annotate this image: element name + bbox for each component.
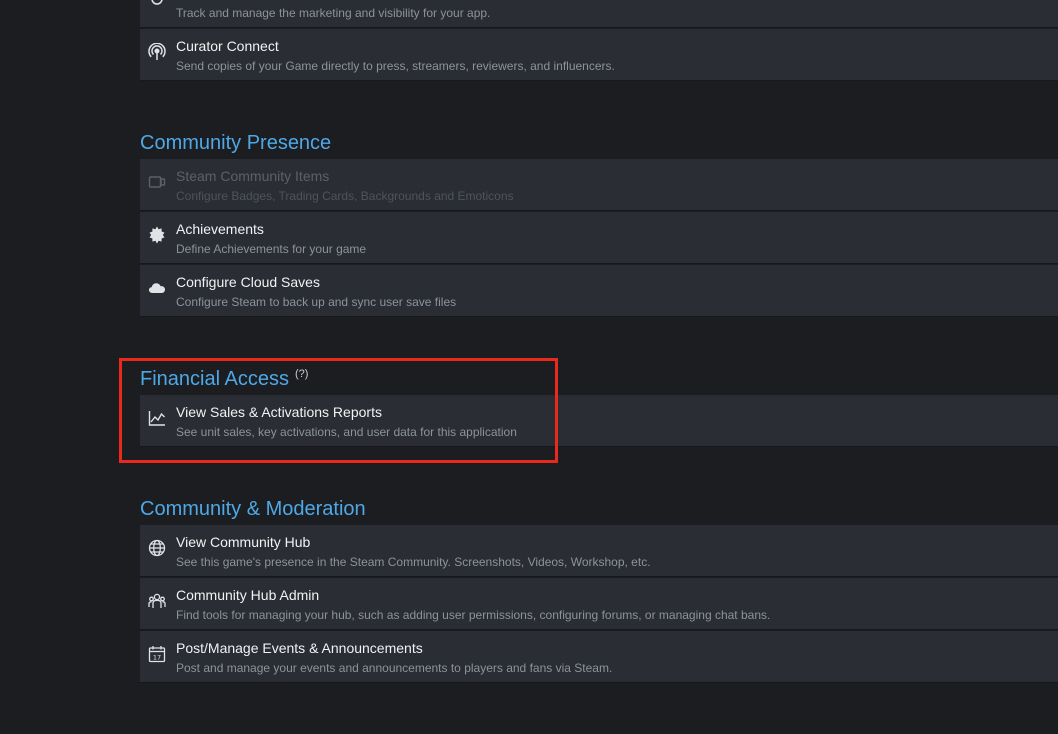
card-icon	[148, 173, 166, 191]
community-hub-admin-item[interactable]: Community Hub Admin Find tools for manag…	[140, 578, 1058, 630]
item-title: Curator Connect	[176, 38, 279, 54]
curator-connect-item[interactable]: Curator Connect Send copies of your Game…	[140, 29, 1058, 81]
section-title-community-moderation: Community & Moderation	[140, 498, 366, 520]
line-chart-icon	[148, 409, 166, 427]
item-description: Send copies of your Game directly to pre…	[176, 59, 615, 73]
view-community-hub-item[interactable]: View Community Hub See this game's prese…	[140, 525, 1058, 577]
help-link[interactable]: (?)	[295, 368, 308, 380]
item-description: Post and manage your events and announce…	[176, 661, 613, 675]
users-icon	[148, 592, 166, 610]
item-title: Configure Cloud Saves	[176, 274, 320, 290]
item-title: View Community Hub	[176, 534, 311, 550]
section-title-text: Financial Access	[140, 368, 289, 390]
broadcast-icon	[148, 43, 166, 61]
section-title-community-presence: Community Presence	[140, 132, 332, 154]
megaphone-icon	[148, 0, 166, 8]
content-area: Track and manage the marketing and visib…	[140, 0, 1058, 734]
events-announcements-item[interactable]: 17 Post/Manage Events & Announcements Po…	[140, 631, 1058, 683]
globe-icon	[148, 539, 166, 557]
cloud-saves-item[interactable]: Configure Cloud Saves Configure Steam to…	[140, 265, 1058, 317]
item-title: Steam Community Items	[176, 168, 330, 184]
item-description: See this game's presence in the Steam Co…	[176, 555, 651, 569]
steam-community-items-item: Steam Community Items Configure Badges, …	[140, 159, 1058, 211]
item-description: Configure Steam to back up and sync user…	[176, 295, 457, 309]
item-description: See unit sales, key activations, and use…	[176, 425, 517, 439]
item-title: Achievements	[176, 221, 264, 237]
marketing-item[interactable]: Track and manage the marketing and visib…	[140, 0, 1058, 28]
item-title: Post/Manage Events & Announcements	[176, 640, 423, 656]
calendar-icon: 17	[148, 645, 166, 663]
achievements-item[interactable]: Achievements Define Achievements for you…	[140, 212, 1058, 264]
svg-text:17: 17	[153, 654, 161, 662]
badge-icon	[148, 226, 166, 244]
item-title: View Sales & Activations Reports	[176, 404, 382, 420]
item-title: Community Hub Admin	[176, 587, 320, 603]
cloud-icon	[148, 279, 166, 297]
item-description: Track and manage the marketing and visib…	[176, 6, 491, 20]
item-description: Find tools for managing your hub, such a…	[176, 608, 771, 622]
page: Track and manage the marketing and visib…	[0, 0, 1058, 734]
section-title-financial-access: Financial Access (?)	[140, 368, 308, 391]
item-description: Configure Badges, Trading Cards, Backgro…	[176, 189, 514, 203]
item-description: Define Achievements for your game	[176, 242, 367, 256]
sales-reports-item[interactable]: View Sales & Activations Reports See uni…	[140, 395, 1058, 447]
